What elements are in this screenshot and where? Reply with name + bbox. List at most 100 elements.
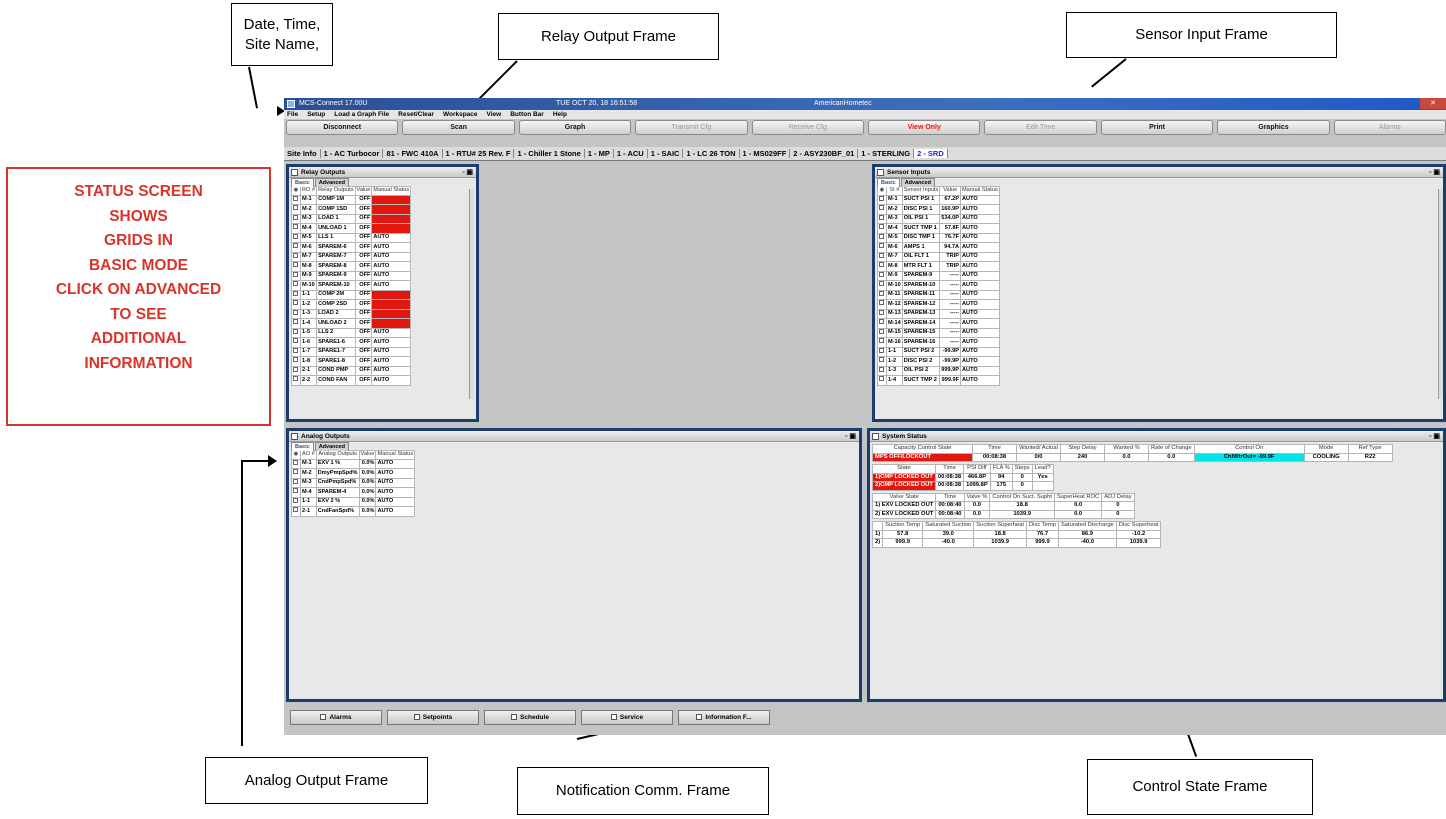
row-checkbox[interactable] bbox=[291, 232, 301, 243]
row-status[interactable]: LOCKOFF bbox=[371, 204, 412, 215]
checkbox-icon[interactable] bbox=[293, 366, 298, 372]
row-status[interactable]: AUTO bbox=[960, 223, 1000, 234]
table-row[interactable]: M-15 SPAREM-15 ----- AUTO bbox=[877, 327, 1000, 338]
row-checkbox[interactable] bbox=[291, 375, 301, 386]
row-status[interactable]: AUTO bbox=[960, 375, 1000, 386]
table-row[interactable]: 1-3 LOAD 2 OFF LOCKOFF bbox=[291, 308, 412, 319]
tab-basic[interactable]: Basic bbox=[291, 442, 314, 451]
checkbox-icon[interactable] bbox=[879, 252, 884, 258]
table-row[interactable]: M-14 SPAREM-14 ----- AUTO bbox=[877, 318, 1000, 329]
table-row[interactable]: 1-2 DISC PSI 2 -99.9P AUTO bbox=[877, 356, 1000, 367]
table-row[interactable]: M-1 SUCT PSI 1 67.2P AUTO bbox=[877, 194, 1000, 205]
row-checkbox[interactable] bbox=[877, 204, 887, 215]
row-status[interactable]: LOCKOFF bbox=[371, 223, 412, 234]
checkbox-icon[interactable] bbox=[293, 507, 298, 512]
row-status[interactable]: AUTO bbox=[371, 261, 412, 272]
row-status[interactable]: LOCKOFF bbox=[371, 299, 412, 310]
row-status[interactable]: AUTO bbox=[960, 365, 1000, 376]
table-row[interactable]: 1-4 UNLOAD 2 OFF LOCKOFF bbox=[291, 318, 412, 329]
checkbox-icon[interactable] bbox=[293, 469, 298, 474]
checkbox-icon[interactable] bbox=[293, 271, 298, 277]
menu-file[interactable]: File bbox=[287, 111, 298, 118]
row-status[interactable]: AUTO bbox=[960, 204, 1000, 215]
table-row[interactable]: M-4 SPAREM-4 0.0% AUTO bbox=[291, 487, 416, 498]
checkbox-icon[interactable] bbox=[293, 262, 298, 267]
checkbox-icon[interactable] bbox=[879, 319, 884, 324]
checkbox-icon[interactable] bbox=[879, 262, 884, 267]
checkbox-icon[interactable] bbox=[879, 243, 884, 248]
checkbox-icon[interactable] bbox=[879, 366, 884, 372]
tab-checkbox-icon[interactable] bbox=[610, 714, 617, 721]
table-row[interactable]: 1-5 LLS 2 OFF AUTO bbox=[291, 327, 412, 338]
checkbox-icon[interactable] bbox=[879, 300, 884, 305]
row-checkbox[interactable] bbox=[877, 261, 887, 272]
checkbox-icon[interactable] bbox=[879, 281, 884, 286]
row-checkbox[interactable] bbox=[877, 375, 887, 386]
table-row[interactable]: 1-6 SPARE1-6 OFF AUTO bbox=[291, 337, 412, 348]
table-row[interactable]: M-1 COMP 1M OFF LOCKOFF bbox=[291, 194, 412, 205]
checkbox-icon[interactable] bbox=[293, 195, 298, 201]
table-row[interactable]: 2-2 COND FAN OFF AUTO bbox=[291, 375, 412, 386]
site-tab[interactable]: 2 - ASY230BF_01 bbox=[790, 149, 859, 158]
table-row[interactable]: M-2 COMP 1SD OFF LOCKOFF bbox=[291, 204, 412, 215]
table-row[interactable]: 1-1 SUCT PSI 2 -99.9P AUTO bbox=[877, 346, 1000, 357]
checkbox-icon[interactable] bbox=[879, 309, 884, 315]
checkbox-icon[interactable] bbox=[879, 376, 884, 381]
tab-advanced[interactable]: Advanced bbox=[900, 178, 935, 187]
row-status[interactable]: LOCKOFF bbox=[371, 318, 412, 329]
row-checkbox[interactable] bbox=[877, 299, 887, 310]
checkbox-icon[interactable] bbox=[293, 309, 298, 315]
checkbox-icon[interactable] bbox=[293, 243, 298, 248]
row-checkbox[interactable] bbox=[877, 346, 887, 357]
row-status[interactable]: AUTO bbox=[960, 356, 1000, 367]
disconnect-button[interactable]: Disconnect bbox=[286, 120, 399, 135]
site-tab[interactable]: 1 - STERLING bbox=[858, 149, 915, 158]
row-status[interactable]: AUTO bbox=[371, 356, 412, 367]
row-checkbox[interactable] bbox=[291, 327, 301, 338]
frame-checkbox[interactable] bbox=[291, 169, 298, 176]
row-checkbox[interactable] bbox=[877, 337, 887, 348]
table-row[interactable]: M-6 AMPS 1 94.7A AUTO bbox=[877, 242, 1000, 253]
site-tab[interactable]: 1 - RTU# 25 Rev. F bbox=[442, 149, 515, 158]
alarms-button[interactable]: Alarms bbox=[1333, 120, 1446, 135]
frame-checkbox[interactable] bbox=[877, 169, 884, 176]
checkbox-icon[interactable] bbox=[879, 233, 884, 239]
scan-button[interactable]: Scan bbox=[402, 120, 515, 135]
table-row[interactable]: M-8 MTR FLT 1 TRIP AUTO bbox=[877, 261, 1000, 272]
schedule-tab[interactable]: Schedule bbox=[484, 710, 576, 725]
table-row[interactable]: 1-8 SPARE1-8 OFF AUTO bbox=[291, 356, 412, 367]
row-checkbox[interactable] bbox=[291, 487, 301, 498]
table-row[interactable]: M-12 SPAREM-12 ----- AUTO bbox=[877, 299, 1000, 310]
row-checkbox[interactable] bbox=[291, 477, 301, 488]
row-checkbox[interactable] bbox=[291, 496, 301, 507]
frame-checkbox[interactable] bbox=[291, 433, 298, 440]
checkbox-icon[interactable] bbox=[293, 300, 298, 305]
row-checkbox[interactable] bbox=[877, 232, 887, 243]
row-status[interactable]: AUTO bbox=[375, 468, 416, 479]
row-checkbox[interactable] bbox=[877, 308, 887, 319]
service-tab[interactable]: Service bbox=[581, 710, 673, 725]
row-checkbox[interactable] bbox=[877, 213, 887, 224]
graph-button[interactable]: Graph bbox=[518, 120, 632, 135]
information-f-tab[interactable]: Information F... bbox=[678, 710, 770, 725]
row-checkbox[interactable] bbox=[291, 270, 301, 281]
row-status[interactable]: AUTO bbox=[960, 289, 1000, 300]
table-row[interactable]: M-10 SPAREM-10 OFF AUTO bbox=[291, 280, 412, 291]
close-icon[interactable]: ✕ bbox=[1420, 98, 1446, 109]
row-checkbox[interactable] bbox=[291, 506, 301, 517]
row-status[interactable]: AUTO bbox=[960, 194, 1000, 205]
table-row[interactable]: M-5 LLS 1 OFF AUTO bbox=[291, 232, 412, 243]
row-checkbox[interactable] bbox=[291, 194, 301, 205]
table-row[interactable]: M-16 SPAREM-16 ----- AUTO bbox=[877, 337, 1000, 348]
site-tab[interactable]: Site Info bbox=[284, 149, 321, 158]
edit-time-button[interactable]: Edit Time bbox=[984, 120, 1097, 135]
row-checkbox[interactable] bbox=[291, 261, 301, 272]
table-row[interactable]: M-3 OIL PSI 1 534.0P AUTO bbox=[877, 213, 1000, 224]
tab-basic[interactable]: Basic bbox=[291, 178, 314, 187]
row-checkbox[interactable] bbox=[291, 251, 301, 262]
row-checkbox[interactable] bbox=[877, 280, 887, 291]
menu-workspace[interactable]: Workspace bbox=[443, 111, 478, 118]
checkbox-icon[interactable] bbox=[293, 281, 298, 286]
checkbox-icon[interactable] bbox=[293, 214, 298, 220]
site-tab[interactable]: 81 - FWC 410A bbox=[383, 149, 443, 158]
